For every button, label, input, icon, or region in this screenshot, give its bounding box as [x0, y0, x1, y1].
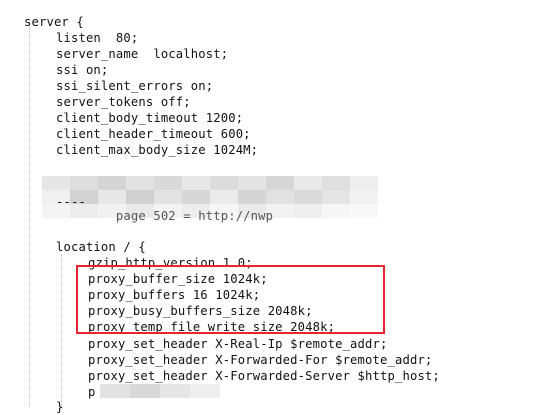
code-line-server-name: server_name localhost; — [56, 47, 229, 61]
code-line-location-close: } — [56, 400, 64, 414]
indent-guide — [61, 254, 62, 406]
code-line-error-page-partial: page 502 = http://nwp — [56, 209, 274, 223]
code-line-server-open: server { — [24, 15, 84, 29]
code-line-partial-bottom: p — [88, 385, 148, 399]
code-line-listen: listen 80; — [56, 31, 139, 45]
code-line-client-header-timeout: client_header_timeout 600; — [56, 127, 251, 141]
code-line-client-body-timeout: client_body_timeout 1200; — [56, 111, 244, 125]
code-line-proxy-set-header-forwarded-server: proxy_set_header X-Forwarded-Server $htt… — [88, 369, 440, 383]
code-line-proxy-set-header-forwarded-for: proxy_set_header X-Forwarded-For $remote… — [88, 353, 433, 367]
code-line-location-open: location / { — [56, 240, 146, 254]
indent-guide — [29, 22, 30, 406]
code-line-client-max-body-size: client_max_body_size 1024M; — [56, 143, 259, 157]
highlight-box — [76, 265, 385, 334]
code-line-ssi-silent-errors: ssi_silent_errors on; — [56, 79, 214, 93]
code-editor: server { listen 80; server_name localhos… — [0, 0, 551, 414]
code-line-server-tokens: server_tokens off; — [56, 95, 191, 109]
code-line-ssi: ssi on; — [56, 63, 109, 77]
code-line-proxy-set-header-real-ip: proxy_set_header X-Real-Ip $remote_addr; — [88, 337, 388, 351]
